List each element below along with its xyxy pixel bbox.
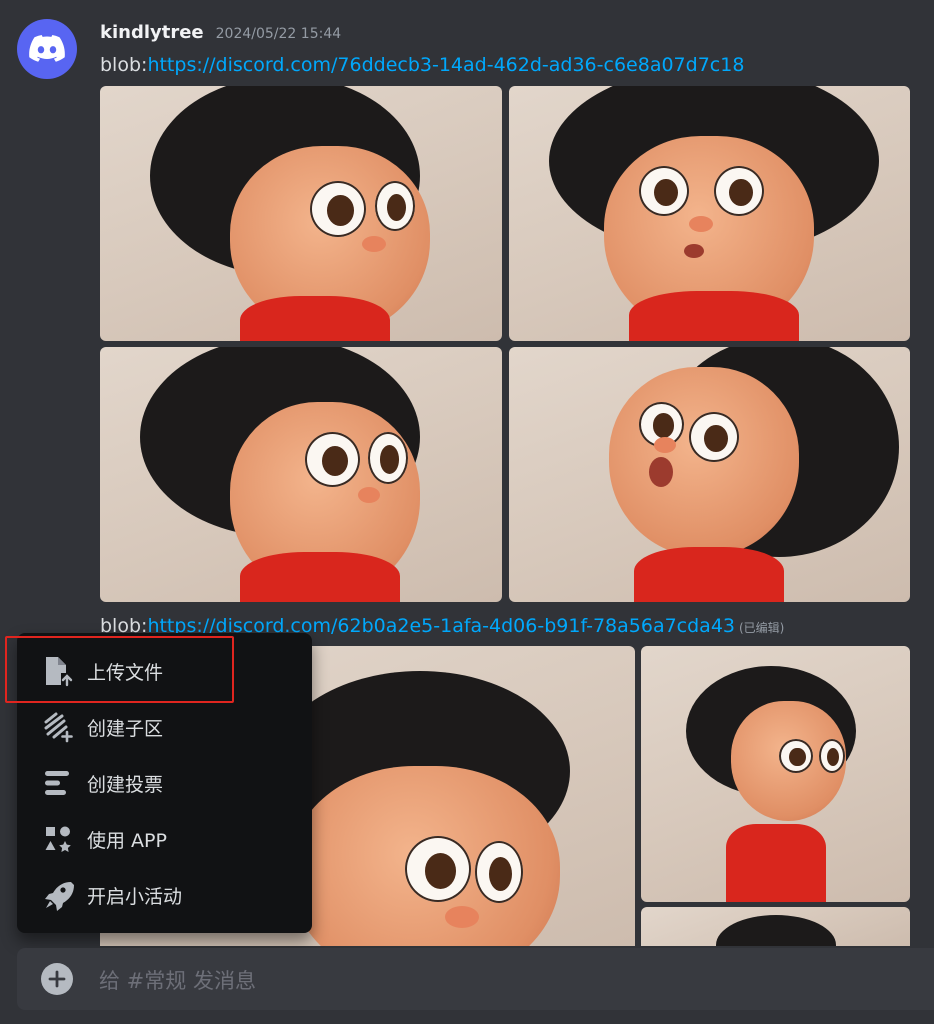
discord-logo-icon xyxy=(29,35,65,62)
attachment-image[interactable] xyxy=(509,86,910,341)
username[interactable]: kindlytree xyxy=(100,22,204,43)
avatar[interactable] xyxy=(17,19,77,79)
attachment-image[interactable] xyxy=(509,347,910,602)
menu-item-label: 使用 APP xyxy=(87,829,167,852)
highlight-annotation xyxy=(5,636,234,703)
attachment-image[interactable] xyxy=(100,86,502,341)
menu-item-create-thread[interactable]: 创建子区 xyxy=(17,702,312,752)
message-line-1: blob:https://discord.com/76ddecb3-14ad-4… xyxy=(100,54,744,76)
message-header: kindlytree 2024/05/22 15:44 xyxy=(100,22,341,43)
attachment-image[interactable] xyxy=(100,347,502,602)
message-composer: 给 #常规 发消息 xyxy=(17,948,934,1010)
menu-item-create-poll[interactable]: 创建投票 xyxy=(17,758,312,808)
menu-item-label: 创建子区 xyxy=(87,717,164,740)
menu-item-start-activity[interactable]: 开启小活动 xyxy=(17,870,312,920)
rocket-icon xyxy=(41,878,75,912)
menu-item-use-app[interactable]: 使用 APP xyxy=(17,814,312,864)
attachment-link-1[interactable]: https://discord.com/76ddecb3-14ad-462d-a… xyxy=(147,54,744,76)
menu-item-label: 开启小活动 xyxy=(87,885,183,908)
create-thread-icon xyxy=(41,710,75,744)
add-attachment-button[interactable] xyxy=(41,963,73,995)
edited-tag: (已编辑) xyxy=(739,621,785,635)
attachment-image[interactable] xyxy=(641,646,910,902)
blob-prefix: blob: xyxy=(100,54,148,76)
message-input[interactable]: 给 #常规 发消息 xyxy=(99,965,256,995)
attachment-image[interactable] xyxy=(641,907,910,946)
use-app-icon xyxy=(41,822,75,856)
create-poll-icon xyxy=(41,766,75,800)
plus-icon xyxy=(48,970,66,988)
menu-item-label: 创建投票 xyxy=(87,773,164,796)
timestamp: 2024/05/22 15:44 xyxy=(215,26,342,42)
